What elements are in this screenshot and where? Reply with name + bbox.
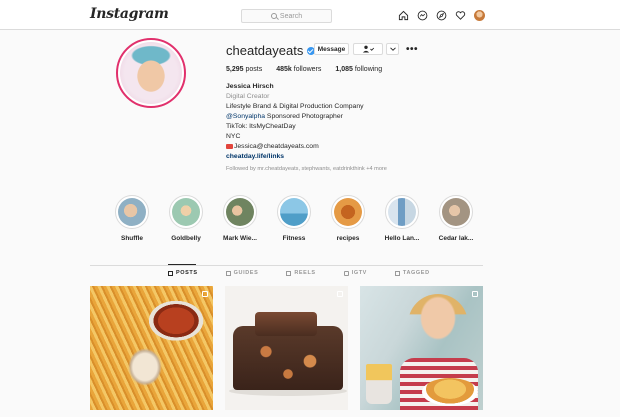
carousel-icon — [337, 291, 343, 297]
story-highlights: Shuffle Goldbelly Mark Wie... Fitness re… — [107, 195, 485, 242]
followers-count[interactable]: 485k followers — [276, 66, 321, 73]
post-thumbnail[interactable] — [360, 286, 483, 410]
bio-line: @Sonyalpha Sponsored Photographer — [226, 113, 343, 120]
message-button[interactable]: Message — [314, 43, 349, 55]
instagram-logo[interactable]: Instagram — [90, 6, 169, 22]
messenger-icon[interactable] — [417, 10, 428, 21]
reels-icon — [286, 270, 292, 276]
following-button[interactable] — [353, 43, 383, 55]
profile-photo — [120, 42, 182, 104]
highlight-item[interactable]: Fitness — [269, 195, 319, 242]
highlight-label: Goldbelly — [171, 235, 201, 242]
profile-picture[interactable] — [116, 38, 186, 108]
tab-reels[interactable]: REELS — [286, 270, 315, 276]
highlight-circle — [277, 195, 311, 229]
tab-posts[interactable]: POSTS — [168, 270, 198, 276]
profile-username-row: cheatdayeats — [226, 43, 316, 58]
highlight-circle — [115, 195, 149, 229]
tabs-divider — [90, 265, 483, 266]
mention-link[interactable]: @Sonyalpha — [226, 113, 265, 120]
highlight-label: Cedar lak... — [438, 235, 474, 242]
bio-email-line: Jessica@cheatdayeats.com — [226, 142, 364, 152]
profile-bio: Jessica Hirsch Digital Creator Lifestyle… — [226, 82, 364, 162]
highlight-item[interactable]: Shuffle — [107, 195, 157, 242]
profile-avatar[interactable] — [474, 10, 485, 21]
highlight-circle — [223, 195, 257, 229]
following-count[interactable]: 1,085 following — [335, 66, 382, 73]
posts-count: 5,295 posts — [226, 66, 263, 73]
envelope-icon — [226, 143, 233, 149]
profile-username: cheatdayeats — [226, 43, 304, 58]
highlight-item[interactable]: Goldbelly — [161, 195, 211, 242]
highlight-circle — [439, 195, 473, 229]
nav-icons — [398, 10, 485, 21]
followed-by-text[interactable]: Followed by mr.cheatdayeats, stephwants,… — [226, 166, 387, 172]
tagged-icon — [394, 270, 400, 276]
post-thumbnail[interactable] — [90, 286, 213, 410]
highlight-item[interactable]: recipes — [323, 195, 373, 242]
tab-tagged[interactable]: TAGGED — [394, 270, 430, 276]
highlight-label: Mark Wie... — [223, 235, 257, 242]
highlight-label: recipes — [336, 235, 360, 242]
guides-icon — [225, 270, 231, 276]
highlight-label: Hello Lan... — [384, 235, 420, 242]
suggested-dropdown-button[interactable] — [386, 43, 399, 55]
highlight-item[interactable]: Mark Wie... — [215, 195, 265, 242]
highlight-item[interactable]: Cedar lak... — [431, 195, 481, 242]
profile-tabs: POSTS GUIDES REELS IGTV TAGGED — [168, 270, 458, 276]
active-tab-indicator — [168, 264, 196, 265]
search-icon — [270, 13, 277, 19]
highlight-label: Shuffle — [120, 235, 144, 242]
bio-line: NYC — [226, 133, 241, 140]
home-icon[interactable] — [398, 10, 409, 21]
post-image-cake-top — [255, 312, 317, 336]
search-input[interactable]: Search — [241, 9, 332, 23]
highlight-circle — [169, 195, 203, 229]
bio-line: TikTok: ItsMyCheatDay — [226, 123, 296, 130]
person-check-icon — [362, 45, 375, 53]
post-thumbnail[interactable] — [225, 286, 348, 410]
post-image-bowl — [422, 378, 478, 406]
tab-igtv[interactable]: IGTV — [343, 270, 367, 276]
profile-stats: 5,295 posts 485k followers 1,085 followi… — [226, 66, 382, 73]
bio-line: Lifestyle Brand & Digital Production Com… — [226, 103, 364, 110]
igtv-icon — [343, 270, 349, 276]
highlight-item[interactable]: Hello Lan... — [377, 195, 427, 242]
tab-guides[interactable]: GUIDES — [225, 270, 259, 276]
top-nav: Instagram Search — [0, 0, 620, 30]
heart-icon[interactable] — [455, 10, 466, 21]
carousel-icon — [472, 291, 478, 297]
post-image-cup — [366, 364, 392, 404]
explore-icon[interactable] — [436, 10, 447, 21]
more-options-icon[interactable]: ••• — [406, 44, 418, 55]
full-name: Jessica Hirsch — [226, 83, 274, 90]
grid-icon — [168, 270, 173, 276]
search-placeholder: Search — [279, 12, 303, 20]
highlight-circle — [331, 195, 365, 229]
chevron-down-icon — [389, 47, 396, 51]
highlight-label: Fitness — [282, 235, 306, 242]
carousel-icon — [202, 291, 208, 297]
category: Digital Creator — [226, 93, 270, 100]
website-link[interactable]: cheatday.life/links — [226, 152, 364, 162]
highlight-circle — [385, 195, 419, 229]
